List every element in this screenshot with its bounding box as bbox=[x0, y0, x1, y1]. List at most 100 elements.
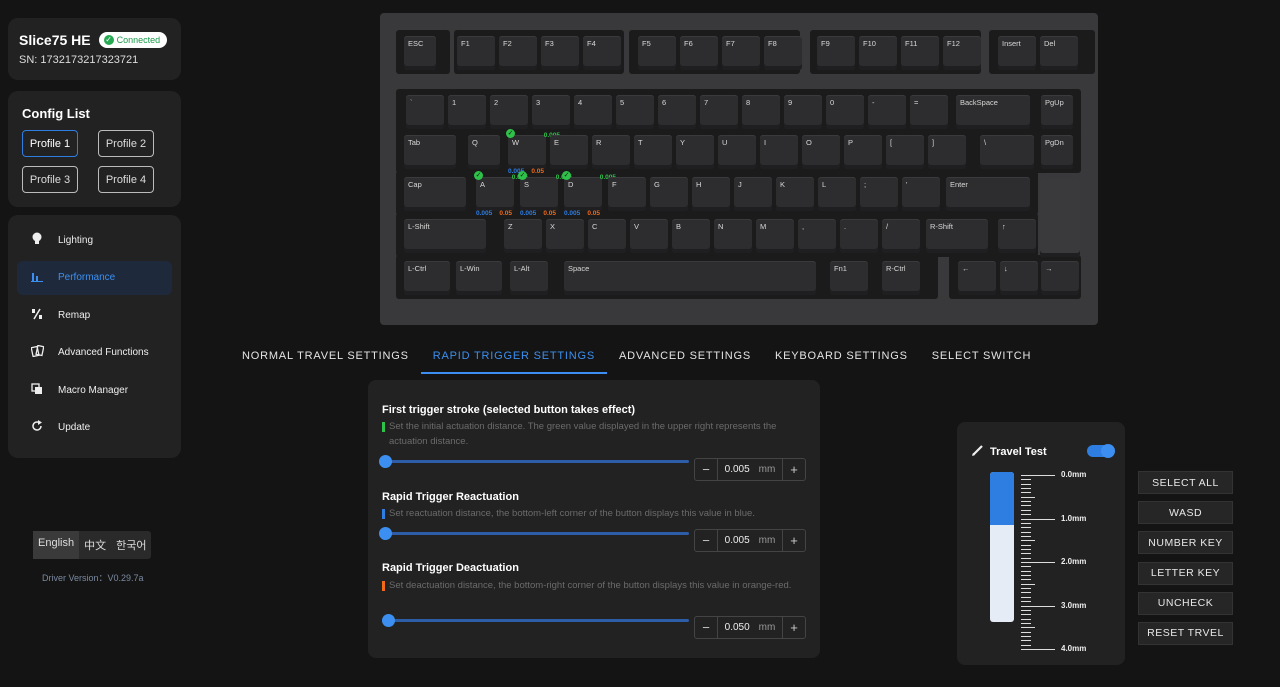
key-s[interactable]: S✓0.0050.0050.05 bbox=[518, 171, 572, 217]
key-f10[interactable]: F10 bbox=[859, 36, 897, 70]
slider-thumb[interactable] bbox=[379, 455, 392, 468]
key-backslash[interactable]: \ bbox=[980, 135, 1034, 169]
key-enter[interactable]: Enter bbox=[946, 177, 1030, 211]
tab-keyboard[interactable]: KEYBOARD SETTINGS bbox=[763, 340, 920, 374]
key-b[interactable]: B bbox=[672, 219, 710, 253]
key-2[interactable]: 2 bbox=[490, 95, 528, 129]
key-f8[interactable]: F8 bbox=[764, 36, 802, 70]
letter-key-button[interactable]: LETTER KEY bbox=[1138, 561, 1233, 585]
tab-advanced[interactable]: ADVANCED SETTINGS bbox=[607, 340, 763, 374]
key-f6[interactable]: F6 bbox=[680, 36, 718, 70]
key-left[interactable]: ← bbox=[958, 261, 996, 295]
decrement-button[interactable]: − bbox=[695, 459, 717, 480]
key-pgdn[interactable]: PgDn bbox=[1041, 135, 1073, 169]
key-rbracket[interactable]: ] bbox=[928, 135, 966, 169]
key-minus[interactable]: - bbox=[868, 95, 906, 129]
key-f9[interactable]: F9 bbox=[817, 36, 855, 70]
key-z[interactable]: Z bbox=[504, 219, 542, 253]
key-l-alt[interactable]: L-Alt bbox=[510, 261, 548, 295]
key-semicolon[interactable]: ; bbox=[860, 177, 898, 211]
reset-travel-button[interactable]: RESET TRVEL bbox=[1138, 621, 1233, 645]
key-right[interactable]: → bbox=[1041, 261, 1079, 295]
nav-item-advanced-functions[interactable]: Advanced Functions bbox=[17, 336, 172, 370]
key-up[interactable]: ↑ bbox=[998, 219, 1036, 253]
deactuation-value[interactable]: 0.050 bbox=[725, 622, 750, 633]
key-l-ctrl[interactable]: L-Ctrl bbox=[404, 261, 450, 295]
key-y[interactable]: Y bbox=[676, 135, 714, 169]
key-l[interactable]: L bbox=[818, 177, 856, 211]
key-f3[interactable]: F3 bbox=[541, 36, 579, 70]
key-f12[interactable]: F12 bbox=[943, 36, 981, 70]
key-m[interactable]: M bbox=[756, 219, 794, 253]
key-r-shift[interactable]: R-Shift bbox=[926, 219, 988, 253]
tab-normal-travel[interactable]: NORMAL TRAVEL SETTINGS bbox=[230, 340, 421, 374]
slider-thumb[interactable] bbox=[382, 614, 396, 627]
key-o[interactable]: O bbox=[802, 135, 840, 169]
key-n[interactable]: N bbox=[714, 219, 752, 253]
nav-item-performance[interactable]: Performance bbox=[17, 260, 172, 295]
profile-1-button[interactable]: Profile 1 bbox=[22, 130, 78, 157]
nav-item-remap[interactable]: Remap bbox=[17, 298, 172, 332]
key-l-win[interactable]: L-Win bbox=[456, 261, 502, 295]
key-k[interactable]: K bbox=[776, 177, 814, 211]
key-l-shift[interactable]: L-Shift bbox=[404, 219, 486, 253]
decrement-button[interactable]: − bbox=[695, 530, 717, 551]
deactuation-slider[interactable] bbox=[382, 614, 689, 627]
key-1[interactable]: 1 bbox=[448, 95, 486, 129]
key-lbracket[interactable]: [ bbox=[886, 135, 924, 169]
key-7[interactable]: 7 bbox=[700, 95, 738, 129]
reactuation-value[interactable]: 0.005 bbox=[725, 535, 750, 546]
tab-rapid-trigger[interactable]: RAPID TRIGGER SETTINGS bbox=[420, 340, 607, 374]
key-backtick[interactable]: ` bbox=[406, 95, 444, 129]
key-x[interactable]: X bbox=[546, 219, 584, 253]
key-8[interactable]: 8 bbox=[742, 95, 780, 129]
key-t[interactable]: T bbox=[634, 135, 672, 169]
first-trigger-value[interactable]: 0.005 bbox=[725, 464, 750, 475]
profile-2-button[interactable]: Profile 2 bbox=[98, 130, 154, 157]
tab-select-switch[interactable]: SELECT SWITCH bbox=[920, 340, 1043, 374]
key-f7[interactable]: F7 bbox=[722, 36, 760, 70]
key-r[interactable]: R bbox=[592, 135, 630, 169]
key-w[interactable]: W✓0.0050.0050.05 bbox=[506, 129, 560, 175]
key-d[interactable]: D✓0.0050.0050.05 bbox=[562, 171, 616, 217]
key-insert[interactable]: Insert bbox=[998, 36, 1036, 70]
key-space[interactable]: Space bbox=[564, 261, 816, 295]
increment-button[interactable]: + bbox=[783, 459, 805, 480]
key-cap[interactable]: Cap bbox=[404, 177, 466, 211]
key-f5[interactable]: F5 bbox=[638, 36, 676, 70]
profile-3-button[interactable]: Profile 3 bbox=[22, 166, 78, 193]
increment-button[interactable]: + bbox=[783, 530, 805, 551]
key-p[interactable]: P bbox=[844, 135, 882, 169]
key-g[interactable]: G bbox=[650, 177, 688, 211]
reactuation-slider[interactable] bbox=[379, 527, 689, 540]
nav-item-update[interactable]: Update bbox=[17, 411, 172, 445]
key-fn1[interactable]: Fn1 bbox=[830, 261, 868, 295]
key-i[interactable]: I bbox=[760, 135, 798, 169]
key-f2[interactable]: F2 bbox=[499, 36, 537, 70]
key-u[interactable]: U bbox=[718, 135, 756, 169]
key-pgup[interactable]: PgUp bbox=[1041, 95, 1073, 129]
key-esc[interactable]: ESC bbox=[404, 36, 436, 70]
key-f1[interactable]: F1 bbox=[457, 36, 495, 70]
key-q[interactable]: Q bbox=[468, 135, 500, 169]
key-equals[interactable]: = bbox=[910, 95, 948, 129]
key-v[interactable]: V bbox=[630, 219, 668, 253]
travel-test-toggle[interactable] bbox=[1087, 444, 1115, 458]
key-e[interactable]: E bbox=[550, 135, 588, 169]
key-quote[interactable]: ' bbox=[902, 177, 940, 211]
key-period[interactable]: . bbox=[840, 219, 878, 253]
key-backspace[interactable]: BackSpace bbox=[956, 95, 1030, 129]
key-comma[interactable]: , bbox=[798, 219, 836, 253]
key-j[interactable]: J bbox=[734, 177, 772, 211]
key-c[interactable]: C bbox=[588, 219, 626, 253]
key-9[interactable]: 9 bbox=[784, 95, 822, 129]
decrement-button[interactable]: − bbox=[695, 617, 717, 638]
dial-module[interactable] bbox=[1040, 179, 1080, 257]
key-slash[interactable]: / bbox=[882, 219, 920, 253]
key-tab[interactable]: Tab bbox=[404, 135, 456, 169]
key-f[interactable]: F bbox=[608, 177, 646, 211]
key-5[interactable]: 5 bbox=[616, 95, 654, 129]
nav-item-lighting[interactable]: Lighting bbox=[17, 223, 172, 257]
key-a[interactable]: A✓0.0050.0050.05 bbox=[474, 171, 528, 217]
uncheck-button[interactable]: UNCHECK bbox=[1138, 591, 1233, 615]
